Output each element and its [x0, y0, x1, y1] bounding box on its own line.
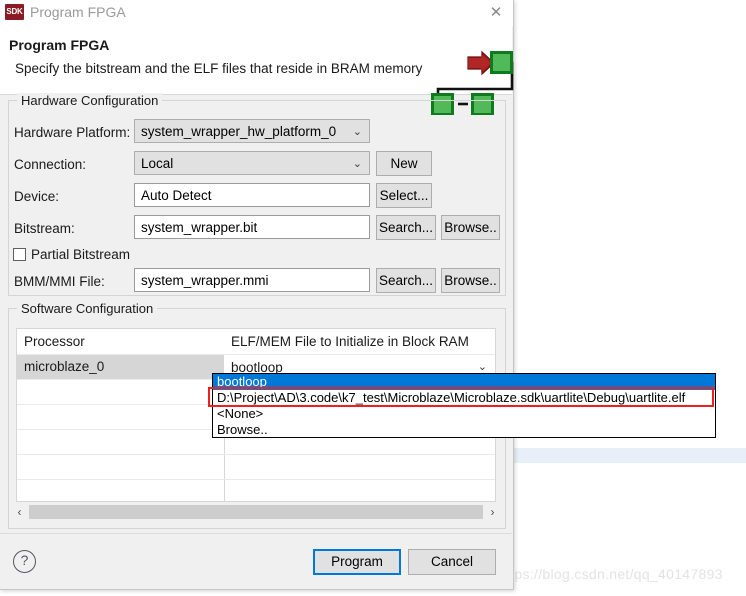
label-device: Device: [14, 189, 60, 204]
device-input[interactable]: Auto Detect [134, 183, 370, 207]
watermark-text: https://blog.csdn.net/qq_40147893 [498, 566, 723, 582]
footer-divider [0, 533, 512, 534]
partial-bitstream-checkbox[interactable] [13, 248, 26, 261]
dropdown-option-browse[interactable]: Browse.. [213, 422, 715, 438]
close-icon[interactable]: ✕ [479, 0, 513, 25]
connection-combo[interactable]: Local ⌄ [134, 151, 370, 175]
scroll-right-icon[interactable]: › [484, 503, 501, 521]
bmm-mmi-input[interactable]: system_wrapper.mmi [134, 268, 370, 292]
table-header-row: Processor ELF/MEM File to Initialize in … [17, 329, 495, 354]
dropdown-option-none[interactable]: <None> [213, 406, 715, 422]
title-bar: SDK Program FPGA ✕ [0, 0, 513, 26]
screen: https://blog.csdn.net/qq_40147893 SDK Pr… [0, 0, 746, 596]
help-icon[interactable]: ? [13, 550, 36, 573]
bitstream-browse-button[interactable]: Browse.. [441, 215, 500, 240]
column-header-elf: ELF/MEM File to Initialize in Block RAM [231, 334, 469, 349]
column-header-processor: Processor [24, 334, 85, 349]
software-configuration-legend: Software Configuration [17, 301, 158, 316]
dropdown-option-bootloop[interactable]: bootloop [213, 374, 715, 390]
window-title: Program FPGA [30, 4, 126, 20]
bmm-mmi-search-button[interactable]: Search... [376, 268, 436, 293]
label-connection: Connection: [14, 157, 87, 172]
label-bitstream: Bitstream: [14, 221, 75, 236]
table-row[interactable] [17, 479, 495, 504]
label-hardware-platform: Hardware Platform: [14, 125, 131, 140]
chevron-down-icon: ⌄ [352, 126, 362, 138]
table-horizontal-scrollbar[interactable]: ‹ › [11, 503, 501, 521]
cell-processor: microblaze_0 [17, 355, 224, 379]
dialog-header: Program FPGA Specify the bitstream and t… [0, 26, 514, 115]
new-connection-button[interactable]: New [376, 151, 432, 176]
bitstream-input[interactable]: system_wrapper.bit [134, 215, 370, 239]
label-partial-bitstream: Partial Bitstream [31, 247, 131, 262]
table-row[interactable] [17, 454, 495, 479]
bmm-mmi-browse-button[interactable]: Browse.. [441, 268, 500, 293]
dropdown-option-uartlite-elf[interactable]: D:\Project\AD\3.code\k7_test\Microblaze\… [213, 390, 715, 406]
label-bmm-mmi-file: BMM/MMI File: [14, 274, 105, 289]
hardware-configuration-legend: Hardware Configuration [17, 93, 163, 108]
cancel-button[interactable]: Cancel [408, 549, 496, 575]
page-subtitle: Specify the bitstream and the ELF files … [15, 61, 423, 76]
background-highlight-band [513, 448, 746, 463]
program-fpga-dialog: SDK Program FPGA ✕ Program FPGA Specify … [0, 0, 716, 590]
chevron-down-icon: ⌄ [352, 158, 362, 170]
bitstream-search-button[interactable]: Search... [376, 215, 436, 240]
page-title: Program FPGA [9, 37, 110, 53]
hardware-platform-combo[interactable]: system_wrapper_hw_platform_0 ⌄ [134, 119, 370, 143]
hardware-platform-value: system_wrapper_hw_platform_0 [141, 124, 337, 139]
scroll-left-icon[interactable]: ‹ [11, 503, 28, 521]
device-select-button[interactable]: Select... [376, 183, 432, 208]
program-button[interactable]: Program [313, 549, 401, 575]
sdk-app-icon: SDK [5, 4, 24, 20]
elf-file-dropdown-list[interactable]: bootloop D:\Project\AD\3.code\k7_test\Mi… [212, 373, 716, 438]
connection-value: Local [141, 156, 174, 171]
scroll-thumb[interactable] [29, 505, 483, 519]
